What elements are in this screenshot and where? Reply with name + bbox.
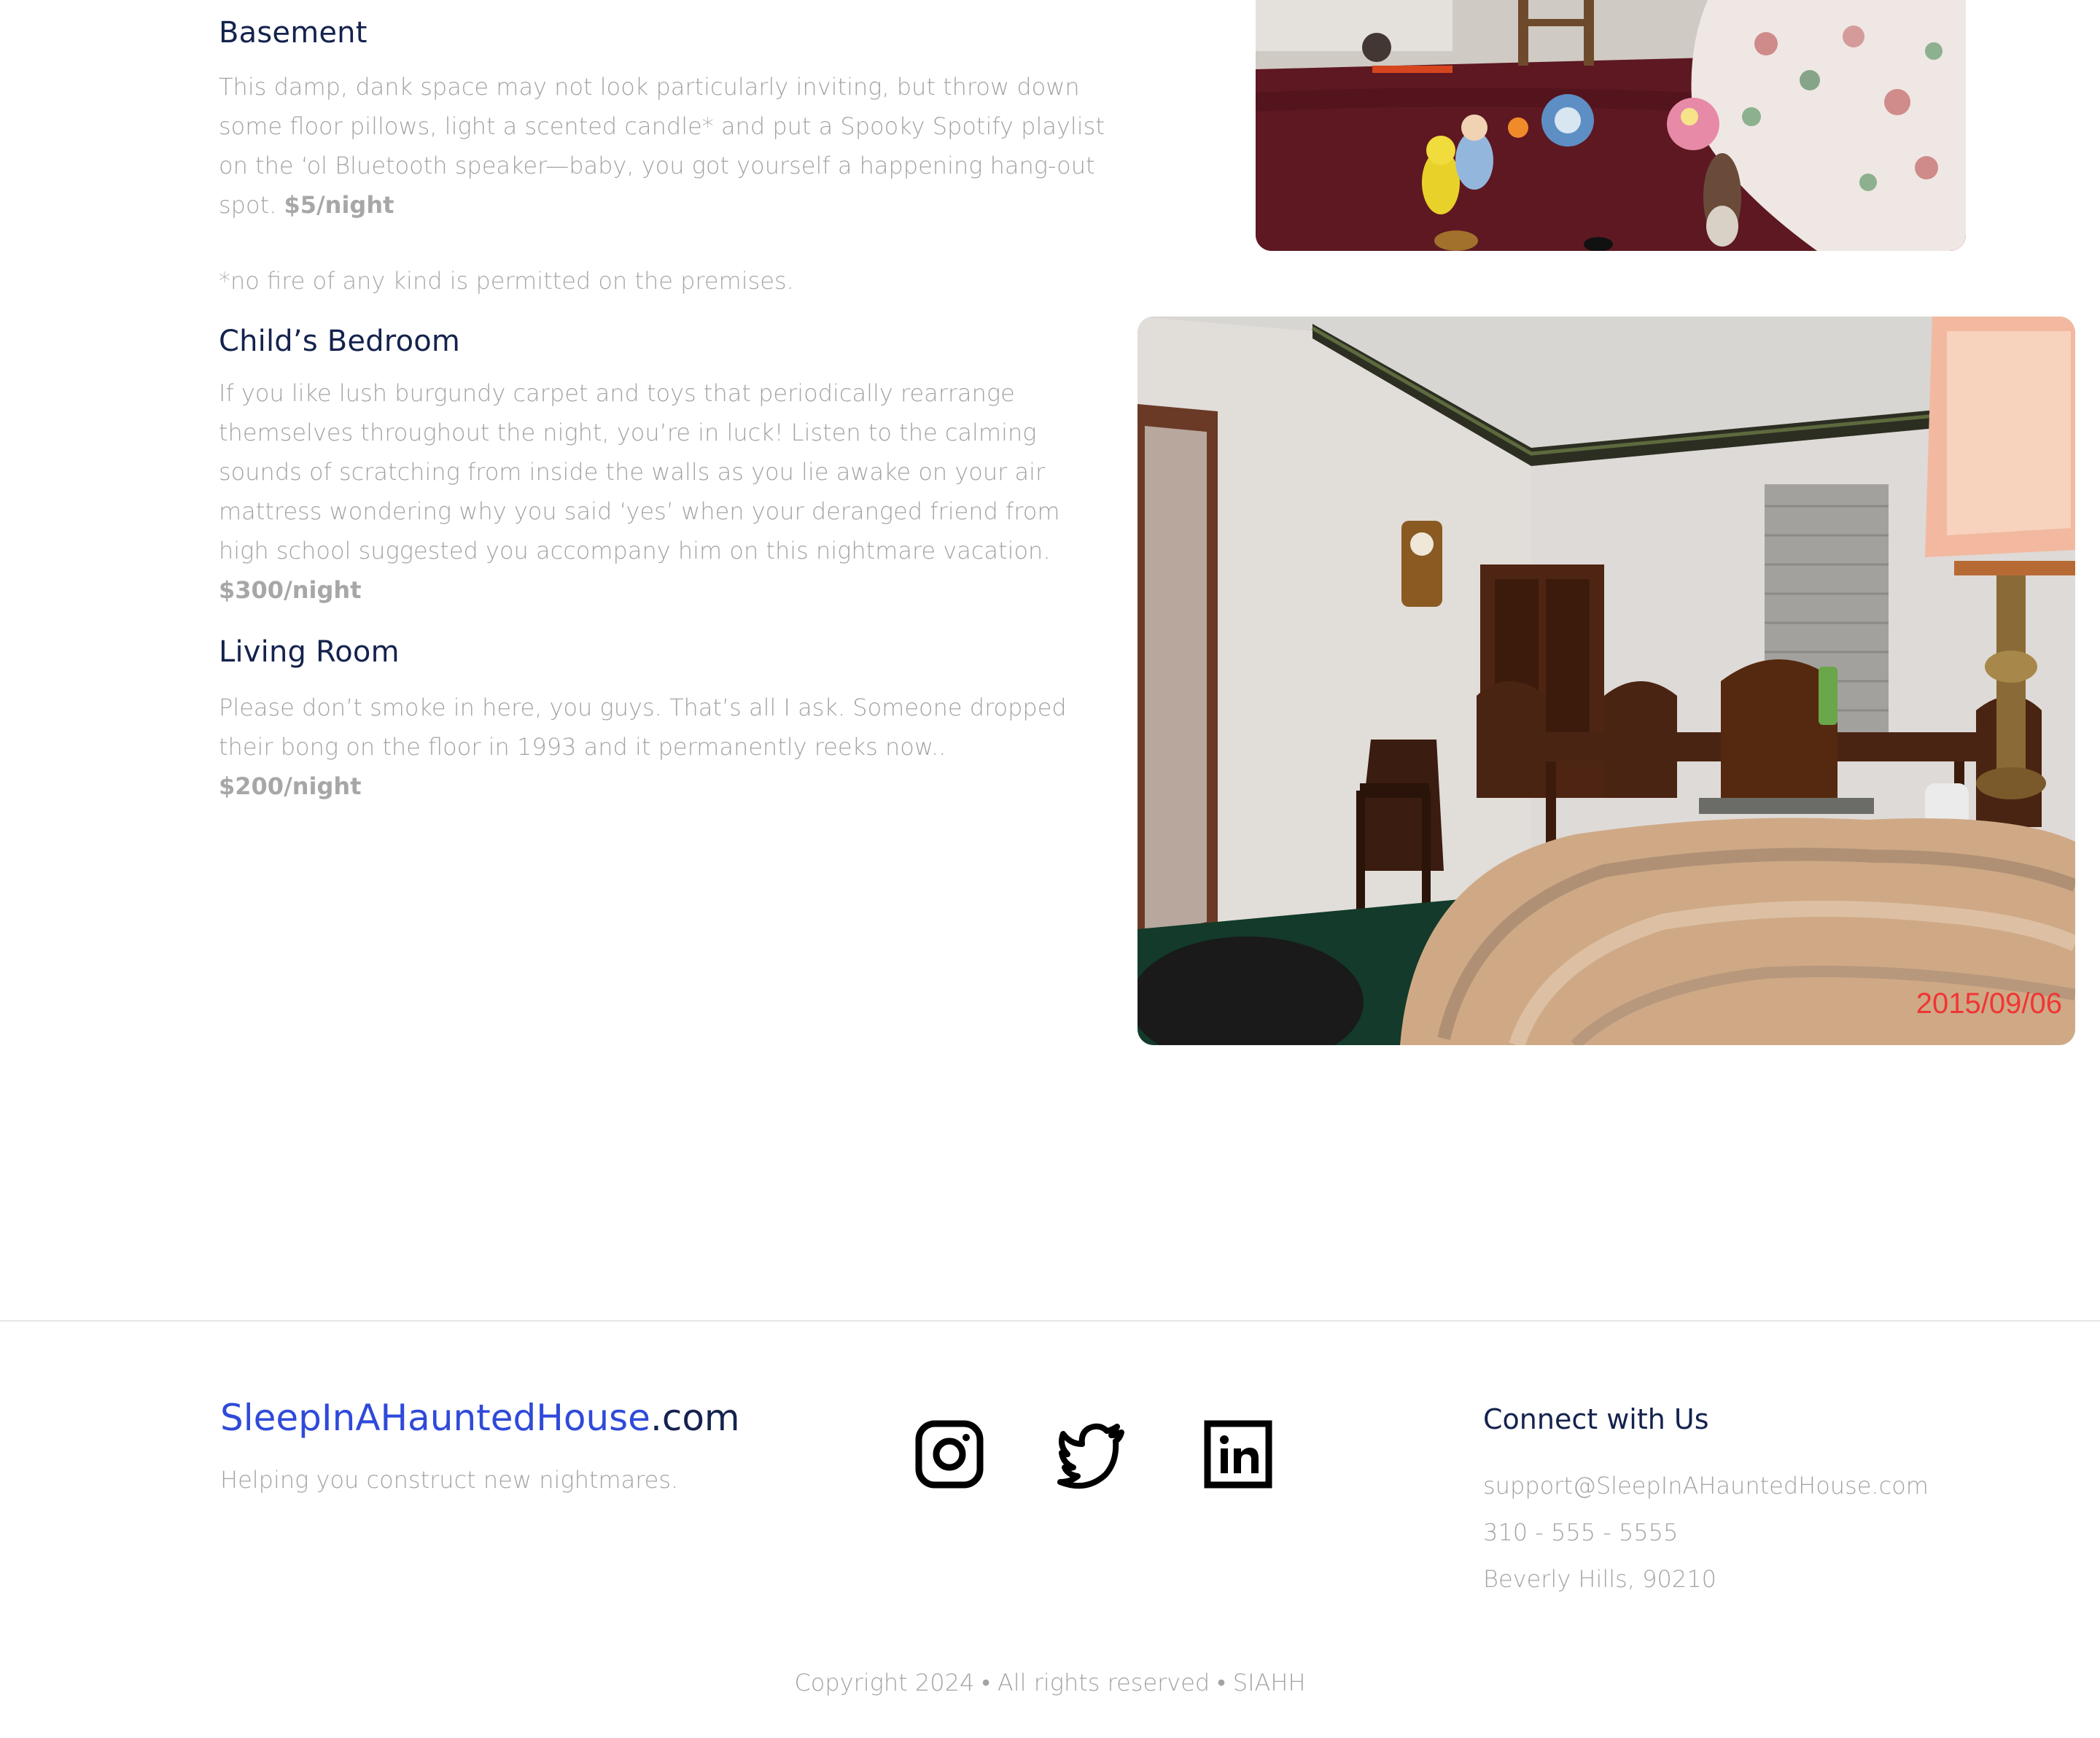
fire-note: *no fire of any kind is permitted on the…	[219, 267, 794, 295]
description-text: If you like lush burgundy carpet and toy…	[219, 379, 1060, 565]
room-description-childs-bedroom: If you like lush burgundy carpet and toy…	[219, 373, 1108, 610]
footer-divider	[0, 1320, 2100, 1322]
contact-email[interactable]: support@SleepInAHauntedHouse.com	[1483, 1472, 1929, 1500]
basement-photo	[1256, 0, 1966, 251]
copyright: Copyright 2024 • All rights reserved • S…	[794, 1669, 1306, 1696]
footer-brand[interactable]: SleepInAHauntedHouse.com	[220, 1397, 740, 1439]
room-title-basement: Basement	[219, 16, 368, 50]
room-description-basement: This damp, dank space may not look parti…	[219, 67, 1108, 225]
instagram-icon[interactable]	[914, 1419, 984, 1489]
room-title-living-room: Living Room	[219, 635, 400, 669]
contact-address: Beverly Hills, 90210	[1483, 1565, 1716, 1593]
price-basement: $5/night	[284, 191, 394, 219]
connect-title: Connect with Us	[1483, 1403, 1709, 1435]
twitter-icon[interactable]	[1057, 1419, 1127, 1489]
price-living-room: $200/night	[219, 772, 362, 800]
contact-phone[interactable]: 310 - 555 - 5555	[1483, 1518, 1678, 1546]
price-childs-bedroom: $300/night	[219, 576, 362, 604]
linkedin-icon[interactable]	[1203, 1419, 1273, 1489]
description-text: Please don’t smoke in here, you guys. Th…	[219, 694, 1067, 761]
brand-suffix: .com	[650, 1397, 740, 1439]
photo-timestamp: 2015/09/06	[1916, 988, 2062, 1020]
room-title-childs-bedroom: Child’s Bedroom	[219, 325, 461, 358]
footer-tagline: Helping you construct new nightmares.	[220, 1466, 679, 1494]
room-description-living-room: Please don’t smoke in here, you guys. Th…	[219, 688, 1108, 806]
brand-name: SleepInAHauntedHouse	[220, 1397, 650, 1439]
childs-bedroom-photo: 2015/09/06	[1138, 317, 2075, 1045]
